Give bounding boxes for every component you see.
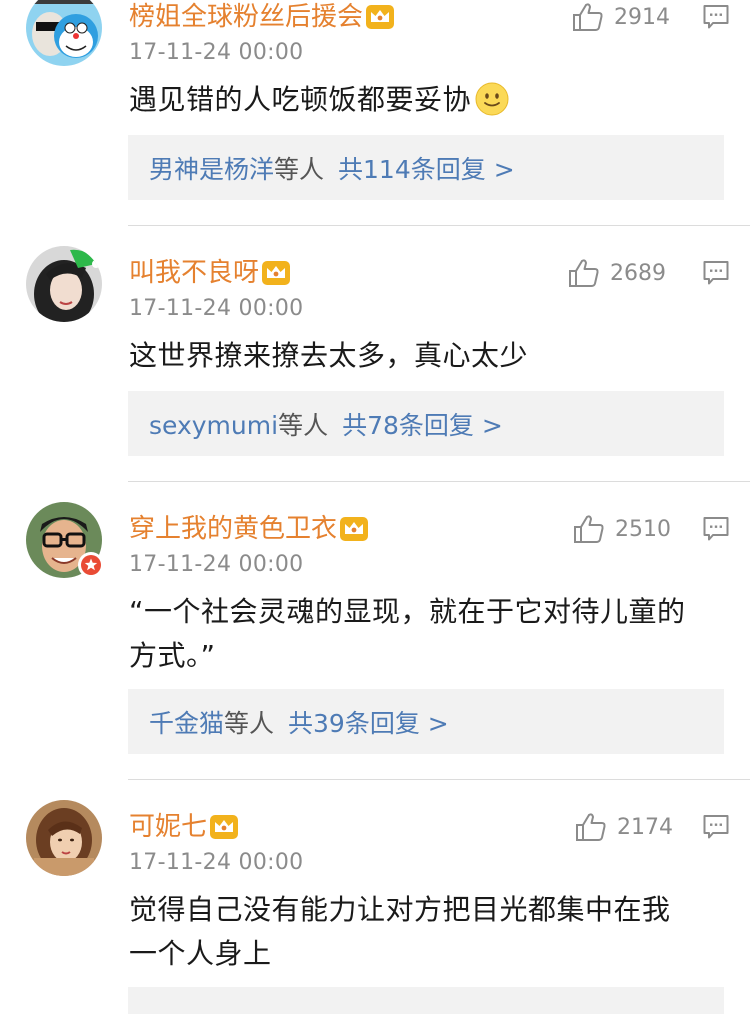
reply-count-link[interactable]: 共114条回复 > xyxy=(338,155,515,184)
timestamp: 17-11-24 00:00 xyxy=(129,850,304,875)
avatar[interactable] xyxy=(26,0,102,66)
like-button[interactable]: 2510 xyxy=(573,512,671,546)
username[interactable]: 穿上我的黄色卫衣 xyxy=(129,514,369,544)
reply-summary[interactable]: 千金猫等人 共39条回复 > xyxy=(128,689,724,754)
timestamp: 17-11-24 00:00 xyxy=(129,40,304,65)
reply-count-link[interactable]: 共39条回复 > xyxy=(288,709,449,738)
reply-count-link[interactable]: 共78条回复 > xyxy=(342,411,503,440)
comment-text: 觉得自己没有能力让对方把目光都集中在我 一个人身上 xyxy=(129,893,671,970)
comment-feed: 榜姐全球粉丝后援会 17-11-24 00:00 2914 遇见错的人吃顿饭都要… xyxy=(0,0,750,1014)
reply-others: 等人 xyxy=(274,154,325,184)
username-text[interactable]: 可妮七 xyxy=(129,812,207,842)
username-text[interactable]: 穿上我的黄色卫衣 xyxy=(129,514,337,544)
reply-others: 等人 xyxy=(278,410,329,440)
crown-icon xyxy=(209,813,239,841)
timestamp: 17-11-24 00:00 xyxy=(129,296,304,321)
avatar[interactable] xyxy=(26,800,102,876)
comment-text: “一个社会灵魂的显现，就在于它对待儿童的 方式。” xyxy=(129,595,686,672)
username[interactable]: 榜姐全球粉丝后援会 xyxy=(129,2,395,32)
username-text[interactable]: 叫我不良呀 xyxy=(129,258,259,288)
username[interactable]: 可妮七 xyxy=(129,812,239,842)
like-count: 2174 xyxy=(617,814,673,840)
crown-icon xyxy=(339,515,369,543)
like-count: 2510 xyxy=(615,516,671,542)
like-button[interactable]: 2914 xyxy=(572,0,670,34)
crown-icon xyxy=(365,3,395,31)
like-button[interactable]: 2174 xyxy=(575,810,673,844)
thumb-up-icon xyxy=(568,258,600,288)
timestamp: 17-11-24 00:00 xyxy=(129,552,304,577)
comment-icon[interactable] xyxy=(703,4,729,30)
reply-summary[interactable] xyxy=(128,987,724,1014)
divider xyxy=(128,225,750,226)
avatar[interactable] xyxy=(26,246,102,322)
comment-text: 遇见错的人吃顿饭都要妥协 xyxy=(129,78,729,122)
like-count: 2689 xyxy=(610,260,666,286)
comment-text: 这世界撩来撩去太多，真心太少 xyxy=(129,339,529,372)
username[interactable]: 叫我不良呀 xyxy=(129,258,291,288)
comment-icon[interactable] xyxy=(703,516,729,542)
username-text[interactable]: 榜姐全球粉丝后援会 xyxy=(129,2,363,32)
thumb-up-icon xyxy=(572,2,604,32)
divider xyxy=(128,779,750,780)
reply-user-names[interactable]: 千金猫 xyxy=(149,709,224,738)
reply-user-names[interactable]: sexymumi xyxy=(149,411,278,440)
smile-icon xyxy=(475,82,509,116)
comment-icon[interactable] xyxy=(703,814,729,840)
crown-icon xyxy=(261,259,291,287)
thumb-up-icon xyxy=(575,812,607,842)
thumb-up-icon xyxy=(573,514,605,544)
avatar[interactable] xyxy=(26,502,104,578)
like-count: 2914 xyxy=(614,4,670,30)
reply-summary[interactable]: 男神是杨洋等人 共114条回复 > xyxy=(128,135,724,200)
verified-badge-icon xyxy=(78,552,104,578)
comment-icon[interactable] xyxy=(703,260,729,286)
like-button[interactable]: 2689 xyxy=(568,256,666,290)
divider xyxy=(128,481,750,482)
reply-user-names[interactable]: 男神是杨洋 xyxy=(149,155,274,184)
reply-others: 等人 xyxy=(224,708,275,738)
reply-summary[interactable]: sexymumi等人 共78条回复 > xyxy=(128,391,724,456)
